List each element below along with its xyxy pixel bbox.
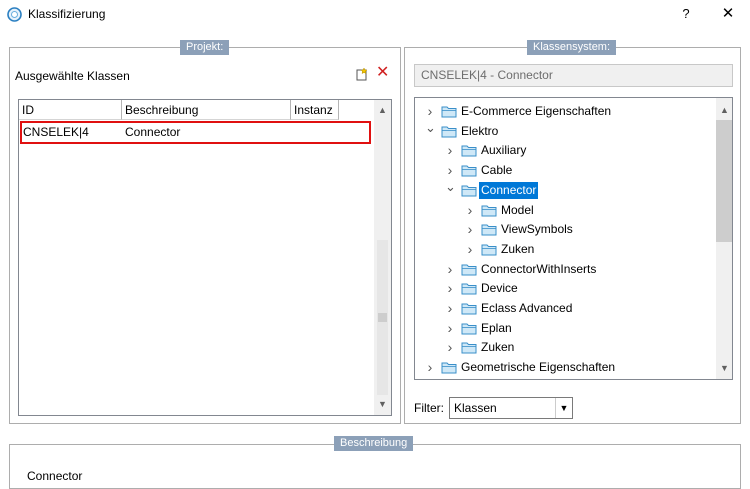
chevron-right-icon[interactable]: › bbox=[465, 203, 475, 217]
chevron-right-icon[interactable]: › bbox=[445, 281, 455, 295]
folder-icon bbox=[461, 342, 477, 354]
folder-icon bbox=[441, 126, 457, 138]
tree-node-label[interactable]: ConnectorWithInserts bbox=[479, 261, 598, 278]
chevron-right-icon[interactable]: › bbox=[465, 222, 475, 236]
beschreibung-text: Connector bbox=[27, 469, 83, 483]
chevron-right-icon[interactable]: › bbox=[445, 143, 455, 157]
chevron-right-icon[interactable]: › bbox=[465, 242, 475, 256]
chevron-right-icon[interactable]: › bbox=[445, 340, 455, 354]
tree-node-label[interactable]: Elektro bbox=[459, 123, 500, 140]
filter-label: Filter: bbox=[414, 401, 444, 415]
chevron-right-icon[interactable]: › bbox=[445, 163, 455, 177]
new-document-icon[interactable] bbox=[355, 67, 369, 81]
beschreibung-legend: Beschreibung bbox=[334, 436, 414, 451]
tree-node-label[interactable]: Model bbox=[499, 202, 536, 219]
chevron-down-icon[interactable]: ▼ bbox=[716, 360, 732, 377]
table-vertical-scrollbar[interactable]: ▲ ▼ bbox=[374, 100, 391, 415]
delete-x-icon[interactable]: ✕ bbox=[376, 65, 389, 81]
filter-selected-value: Klassen bbox=[454, 401, 497, 415]
tree-node-label[interactable]: Connector bbox=[479, 181, 539, 199]
class-path-field: CNSELEK|4 - Connector bbox=[414, 64, 733, 87]
folder-icon bbox=[481, 244, 497, 256]
folder-icon bbox=[461, 283, 477, 295]
chevron-right-icon[interactable]: › bbox=[425, 360, 435, 374]
class-tree[interactable]: › E-Commerce Eigenschaften ⌄ Elektro › Auxili… bbox=[414, 97, 733, 380]
folder-icon bbox=[441, 362, 457, 374]
tree-node-label[interactable]: Auxiliary bbox=[479, 142, 528, 159]
title-bar bbox=[0, 0, 750, 30]
chevron-right-icon[interactable]: › bbox=[445, 321, 455, 335]
column-header-beschreibung[interactable]: Beschreibung bbox=[122, 100, 291, 120]
window-title: Klassifizierung bbox=[28, 7, 106, 21]
folder-icon bbox=[481, 205, 497, 216]
chevron-up-icon[interactable]: ▲ bbox=[716, 102, 732, 119]
selected-classes-table: ID Beschreibung Instanz CNSELEK|4 Connec… bbox=[18, 99, 392, 416]
filter-dropdown[interactable]: Klassen ▼ bbox=[449, 397, 573, 419]
chevron-down-icon[interactable]: ⌄ bbox=[445, 180, 456, 197]
folder-icon bbox=[461, 323, 477, 335]
projekt-legend: Projekt: bbox=[180, 40, 230, 55]
folder-icon bbox=[461, 303, 477, 315]
chevron-up-icon[interactable]: ▲ bbox=[374, 102, 391, 119]
chevron-right-icon[interactable]: › bbox=[445, 301, 455, 315]
tree-node-label[interactable]: Geometrische Eigenschaften bbox=[459, 359, 617, 376]
tree-node-label[interactable]: Cable bbox=[479, 162, 514, 179]
close-button[interactable]: ✕ bbox=[716, 4, 740, 24]
scroll-thumb[interactable] bbox=[378, 313, 387, 322]
tree-node-label[interactable]: ViewSymbols bbox=[499, 221, 575, 238]
chevron-down-icon[interactable]: ⌄ bbox=[425, 121, 436, 138]
chevron-right-icon[interactable]: › bbox=[445, 262, 455, 276]
column-header-instanz[interactable]: Instanz bbox=[291, 100, 339, 120]
app-circle-icon bbox=[7, 7, 22, 22]
tree-node-label[interactable]: Zuken bbox=[479, 339, 516, 356]
tree-vertical-scrollbar[interactable]: ▲ ▼ bbox=[716, 98, 732, 379]
tree-node-label[interactable]: Eclass Advanced bbox=[479, 300, 574, 317]
klassensystem-legend: Klassensystem: bbox=[527, 40, 617, 55]
folder-icon bbox=[461, 165, 477, 177]
folder-icon bbox=[461, 185, 477, 197]
highlight-frame bbox=[20, 121, 371, 144]
selected-classes-label: Ausgewählte Klassen bbox=[15, 69, 130, 83]
scroll-thumb[interactable] bbox=[716, 120, 732, 242]
chevron-right-icon[interactable]: › bbox=[425, 104, 435, 118]
tree-node-label[interactable]: Zuken bbox=[499, 241, 536, 258]
chevron-down-icon[interactable]: ▼ bbox=[374, 396, 391, 413]
tree-node-label[interactable]: E-Commerce Eigenschaften bbox=[459, 103, 613, 120]
folder-icon bbox=[481, 224, 497, 236]
chevron-down-icon[interactable]: ▼ bbox=[555, 398, 572, 418]
tree-node-label[interactable]: Eplan bbox=[479, 320, 514, 337]
column-header-id[interactable]: ID bbox=[19, 100, 122, 120]
folder-icon bbox=[441, 106, 457, 118]
help-button[interactable]: ? bbox=[676, 4, 696, 24]
tree-node-label[interactable]: Device bbox=[479, 280, 520, 297]
folder-icon bbox=[461, 264, 477, 276]
folder-icon bbox=[461, 145, 477, 157]
